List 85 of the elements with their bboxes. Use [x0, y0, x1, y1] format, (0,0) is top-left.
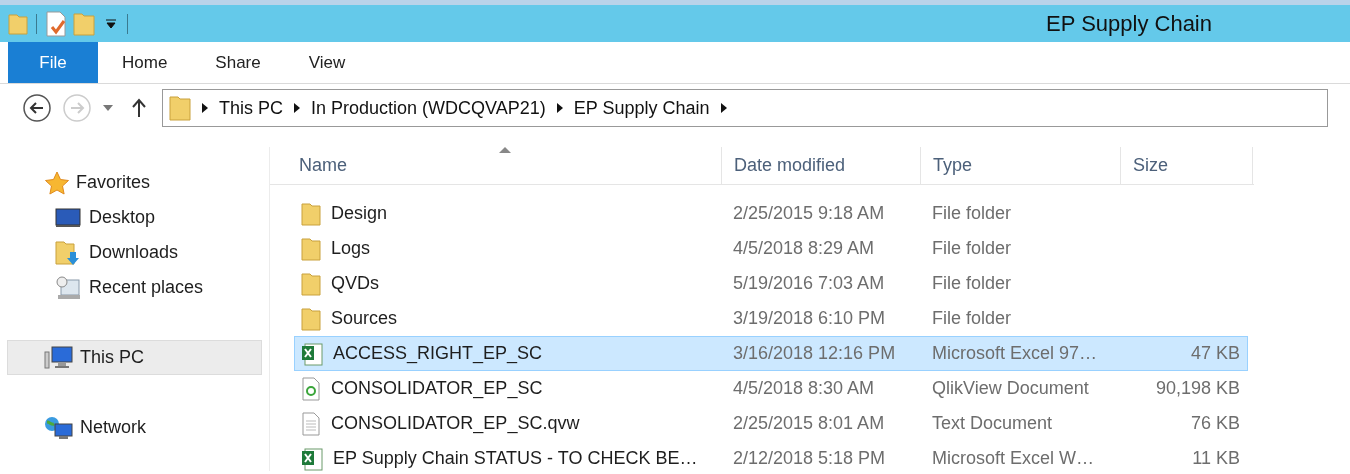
- folder-icon: [301, 271, 321, 296]
- nav-item[interactable]: Favorites: [7, 165, 262, 200]
- nav-item[interactable]: This PC: [7, 340, 262, 375]
- folder-download-icon: [55, 239, 81, 266]
- type-cell: File folder: [932, 238, 1012, 258]
- nav-label: Downloads: [89, 241, 179, 264]
- file-row[interactable]: CONSOLIDATOR_EP_SC 4/5/2018 8:30 AM QlikView Document 90,198 KB: [294, 371, 1248, 406]
- address-bar[interactable]: This PC In Production (WDCQVAP21) EP Supply Chain: [162, 89, 1328, 127]
- nav-item[interactable]: Downloads: [0, 235, 269, 270]
- chevron-icon[interactable]: [201, 102, 209, 114]
- date-cell: 2/25/2015 8:01 AM: [733, 413, 885, 433]
- nav-label: Favorites: [76, 171, 151, 194]
- column-header[interactable]: Type: [921, 147, 1121, 184]
- column-header[interactable]: Size: [1121, 147, 1253, 184]
- breadcrumb-item[interactable]: This PC: [219, 94, 283, 122]
- file-name: ACCESS_RIGHT_EP_SC: [333, 342, 543, 366]
- folder-icon: [301, 201, 321, 226]
- file-row[interactable]: Logs 4/5/2018 8:29 AM File folder: [294, 231, 1248, 266]
- date-cell: 4/5/2018 8:30 AM: [733, 378, 875, 398]
- date-cell: 5/19/2016 7:03 AM: [733, 273, 885, 293]
- file-row[interactable]: CONSOLIDATOR_EP_SC.qvw 2/25/2015 8:01 AM Text Document 76 KB: [294, 406, 1248, 441]
- folder-icon: [301, 306, 321, 331]
- ribbon-tab[interactable]: View: [284, 42, 370, 83]
- network-icon: [44, 415, 74, 440]
- nav-item[interactable]: Network: [7, 410, 262, 445]
- nav-label: Desktop: [89, 206, 156, 229]
- file-name: CONSOLIDATOR_EP_SC: [331, 377, 543, 401]
- back-icon[interactable]: [22, 93, 52, 123]
- ribbon-tab[interactable]: Home: [98, 42, 192, 83]
- text-document-icon: [301, 411, 321, 436]
- date-cell: 2/12/2018 5:18 PM: [733, 448, 886, 468]
- breadcrumb-item[interactable]: EP Supply Chain: [573, 94, 710, 122]
- type-cell: QlikView Document: [932, 378, 1089, 398]
- type-cell: File folder: [932, 308, 1012, 328]
- file-row[interactable]: ACCESS_RIGHT_EP_SC 3/16/2018 12:16 PM Microsoft Excel 97… 47 KB: [294, 336, 1248, 371]
- file-row[interactable]: Sources 3/19/2018 6:10 PM File folder: [294, 301, 1248, 336]
- chevron-icon[interactable]: [293, 102, 301, 114]
- document-check-icon[interactable]: [45, 10, 67, 37]
- file-row[interactable]: QVDs 5/19/2016 7:03 AM File folder: [294, 266, 1248, 301]
- size-cell: 47 KB: [1190, 343, 1240, 363]
- file-row[interactable]: Design 2/25/2015 9:18 AM File folder: [294, 196, 1248, 231]
- nav-label: Recent places: [89, 276, 204, 299]
- star-icon: [44, 170, 70, 195]
- size-cell: 76 KB: [1190, 413, 1240, 433]
- spreadsheet-icon: [301, 341, 323, 366]
- ribbon-tab[interactable]: File: [8, 42, 98, 83]
- type-cell: Microsoft Excel 97…: [932, 343, 1098, 363]
- spreadsheet-icon: [301, 446, 323, 471]
- file-name: CONSOLIDATOR_EP_SC.qvw: [331, 412, 580, 436]
- nav-label: This PC: [80, 346, 144, 369]
- file-name: Logs: [331, 237, 371, 260]
- dropdown-icon[interactable]: [105, 17, 117, 30]
- dropdown-icon[interactable]: [102, 104, 114, 112]
- type-cell: File folder: [932, 273, 1012, 293]
- date-cell: 4/5/2018 8:29 AM: [733, 238, 875, 258]
- date-cell: 3/19/2018 6:10 PM: [733, 308, 886, 328]
- date-cell: 2/25/2015 9:18 AM: [733, 203, 885, 223]
- type-cell: File folder: [932, 203, 1012, 223]
- column-header[interactable]: Date modified: [722, 147, 921, 184]
- ribbon-tab[interactable]: Share: [191, 42, 285, 83]
- nav-item[interactable]: Recent places: [0, 270, 269, 305]
- chevron-icon[interactable]: [719, 102, 728, 114]
- nav-label: Network: [80, 416, 146, 439]
- computer-icon: [44, 345, 74, 370]
- breadcrumb-item[interactable]: In Production (WDCQVAP21): [311, 94, 546, 122]
- nav-item[interactable]: Desktop: [0, 200, 269, 235]
- type-cell: Text Document: [932, 413, 1053, 433]
- up-arrow-icon[interactable]: [132, 98, 146, 118]
- folder-icon: [169, 95, 191, 121]
- recent-places-icon: [55, 274, 81, 301]
- size-cell: 11 KB: [1192, 448, 1240, 468]
- document-icon: [301, 376, 321, 401]
- file-name: QVDs: [331, 272, 379, 295]
- file-name: EP Supply Chain STATUS - TO CHECK BE…: [333, 447, 698, 470]
- file-row[interactable]: EP Supply Chain STATUS - TO CHECK BE… 2/12/2018 5:18 PM Microsoft Excel W… 11 KB: [294, 441, 1248, 474]
- size-cell: 90,198 KB: [1155, 378, 1240, 398]
- date-cell: 3/16/2018 12:16 PM: [733, 343, 896, 363]
- file-name: Sources: [331, 307, 398, 330]
- type-cell: Microsoft Excel W…: [932, 448, 1095, 468]
- file-name: Design: [331, 202, 388, 225]
- folder-icon: [301, 236, 321, 261]
- monitor-icon: [55, 207, 81, 228]
- window-title: EP Supply Chain: [1046, 10, 1212, 38]
- sort-arrow-icon: [499, 147, 511, 153]
- chevron-icon[interactable]: [555, 102, 564, 114]
